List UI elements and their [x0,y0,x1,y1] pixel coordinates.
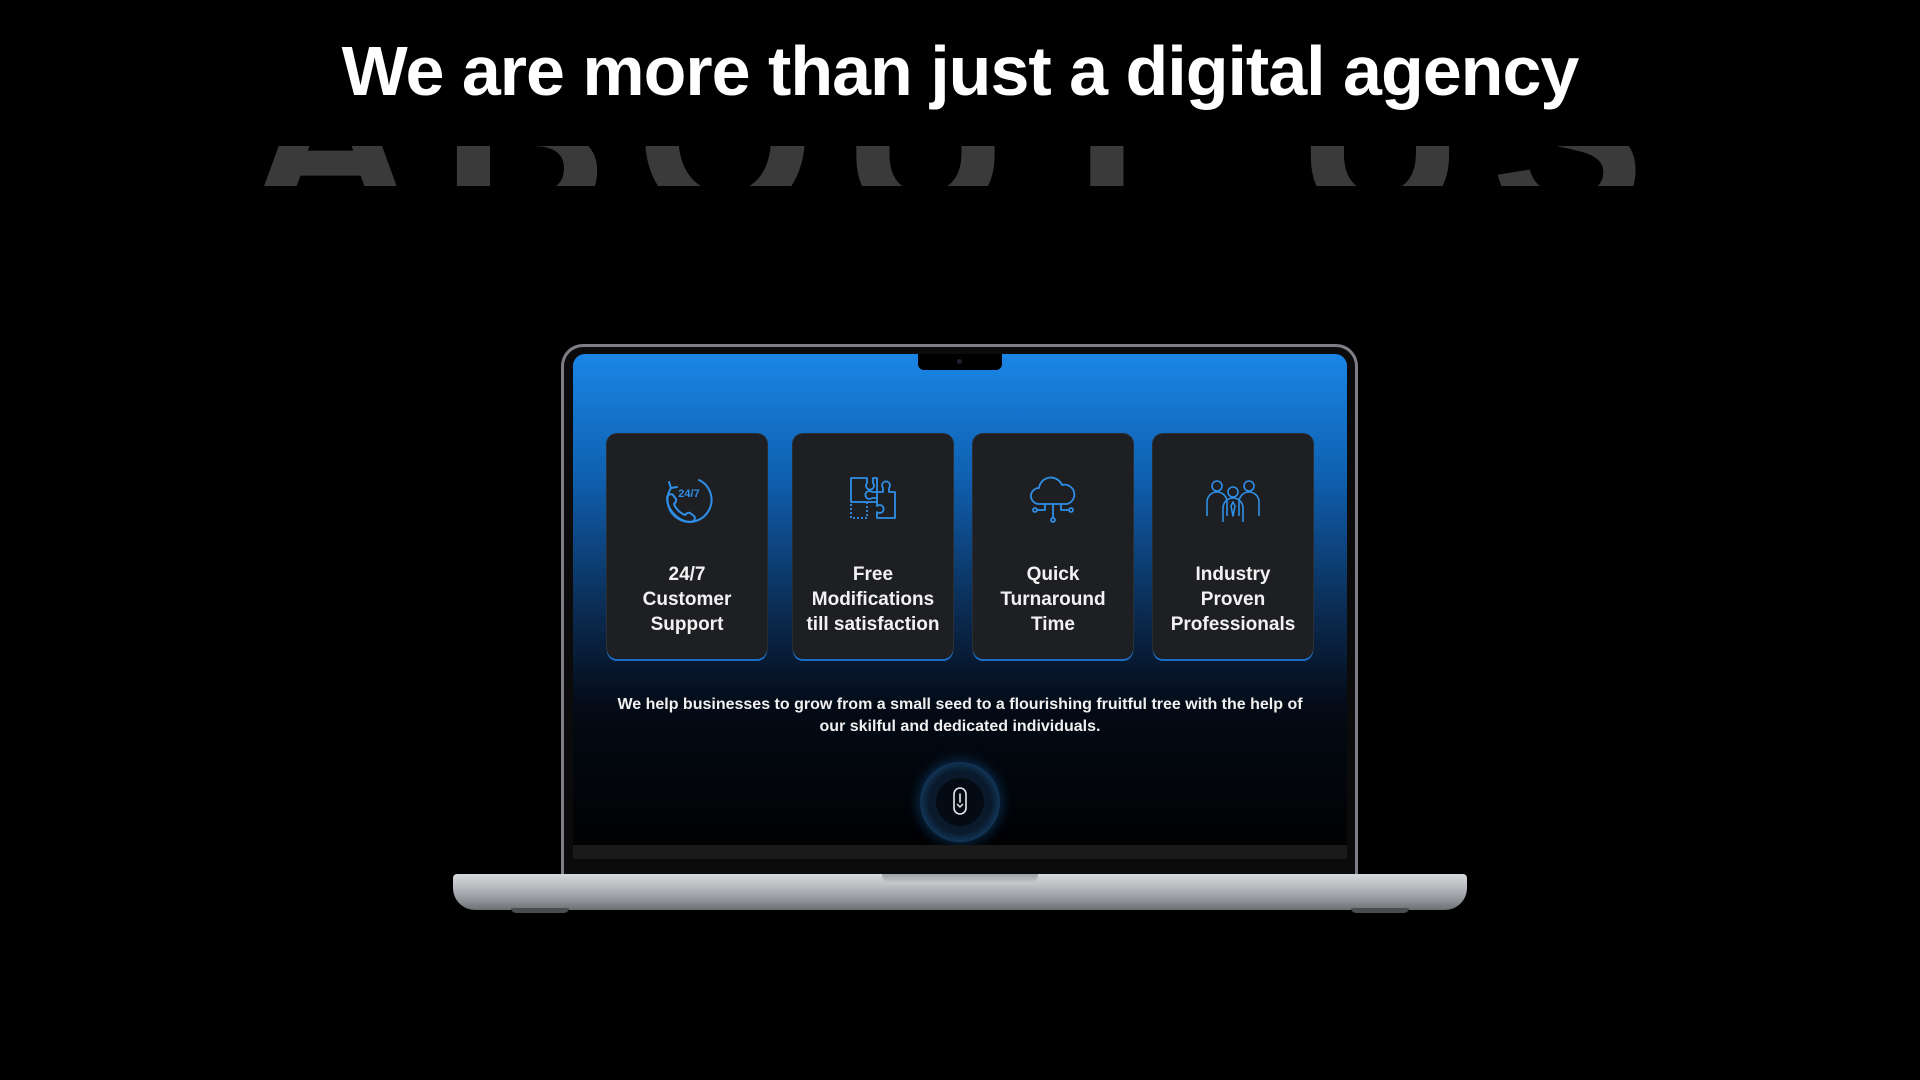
feature-card-label: Quick Turnaround Time [1000,564,1106,635]
tagline-text: We help businesses to grow from a small … [617,696,1303,735]
svg-text:24/7: 24/7 [678,488,699,500]
team-icon [1206,480,1260,522]
camera-notch [918,354,1002,370]
cloud-network-icon [1030,476,1076,523]
mouse-scroll-icon [953,787,967,815]
laptop-screen: 24/7 24/7 Customer Support Free Modifica… [573,354,1347,859]
screen-bottom-bezel [573,845,1347,859]
laptop-foot [1351,908,1409,913]
phone-24-7-icon: 24/7 [666,479,713,523]
puzzle-icon [850,477,896,519]
feature-card-turnaround[interactable]: Quick Turnaround Time [973,434,1133,659]
feature-card-professionals[interactable]: Industry Proven Professionals [1153,434,1313,659]
scroll-indicator-button[interactable] [920,762,1000,842]
laptop-base [453,874,1467,913]
feature-card-modifications[interactable]: Free Modifications till satisfaction [793,434,953,659]
background-word-container: ABOUT US [0,146,1920,186]
base-opening-notch [882,874,1038,884]
feature-card-label: Industry Proven Professionals [1170,564,1296,635]
feature-card-label: 24/7 Customer Support [642,564,732,635]
feature-card-support[interactable]: 24/7 24/7 Customer Support [607,434,767,659]
page-headline: We are more than just a digital agency [341,32,1580,110]
background-word: ABOUT US [0,146,1920,186]
about-section: We are more than just a digital agency A… [0,0,1920,1080]
feature-card-label: Free Modifications till satisfaction [806,564,940,635]
laptop-foot [511,908,569,913]
